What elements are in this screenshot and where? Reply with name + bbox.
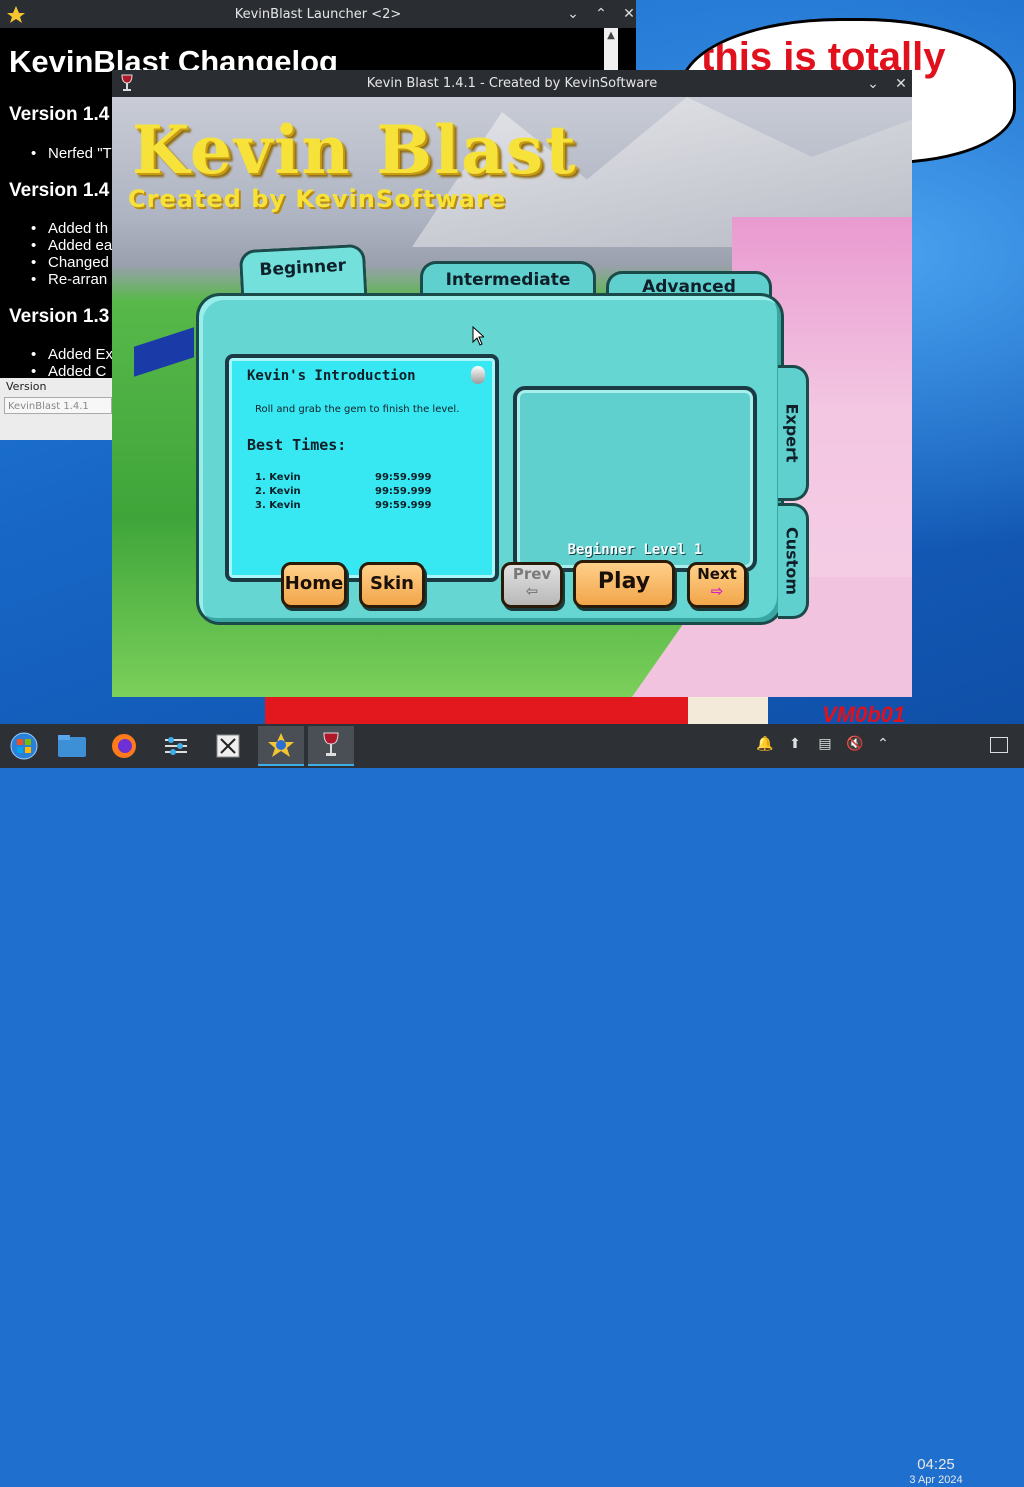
launcher-titlebar[interactable]: KevinBlast Launcher <2> ⌄ ⌃ ✕ [0, 0, 636, 28]
game-window-controls: ⌄ ✕ [866, 70, 908, 98]
wine-app-button[interactable] [308, 726, 354, 766]
show-desktop-icon[interactable] [990, 737, 1008, 753]
level-select-panel: Beginner Intermediate Advanced Kevin's I… [196, 243, 809, 625]
level-info-box: Kevin's Introduction Roll and grab the g… [225, 354, 499, 582]
settings-button[interactable] [156, 726, 196, 766]
changelog-item: Added Ex [31, 346, 113, 363]
next-button-label: Next [697, 565, 737, 583]
level-info-title: Kevin's Introduction [247, 368, 416, 384]
panel-body: Kevin's Introduction Roll and grab the g… [196, 293, 784, 625]
tab-custom-label: Custom [782, 527, 802, 595]
launcher-window-controls: ⌄ ⌃ ✕ [566, 0, 636, 28]
wine-glass-icon [121, 74, 133, 91]
home-button[interactable]: Home [281, 562, 347, 608]
wine-glass-icon [323, 732, 339, 756]
best-time-row: 2. Kevin 99:59.999 [255, 486, 455, 497]
version-label: Version [6, 380, 47, 393]
level-description: Roll and grab the gem to finish the leve… [255, 404, 460, 415]
volume-muted-icon[interactable]: 🔇 [846, 736, 864, 754]
skin-button[interactable]: Skin [359, 562, 425, 608]
changelog-item: Added ea [31, 237, 112, 254]
kevinblast-app-icon [7, 6, 25, 23]
left-arrow-icon: ⇦ [525, 582, 539, 600]
changelog-item: Added C [31, 363, 106, 378]
maximize-icon[interactable]: ⌃ [594, 6, 608, 22]
game-titlebar[interactable]: Kevin Blast 1.4.1 - Created by KevinSoft… [112, 70, 912, 97]
version-heading: Version 1.4 [9, 104, 110, 125]
changelog-item: Nerfed "T [31, 145, 112, 162]
best-time-value: 99:59.999 [375, 486, 432, 497]
firefox-icon [112, 734, 136, 758]
changelog-item: Re-arran [31, 271, 107, 288]
clipboard-icon[interactable]: ▤ [816, 736, 834, 754]
file-manager-button[interactable] [52, 726, 92, 766]
game-logo: Kevin Blast [132, 111, 578, 189]
game-title: Kevin Blast 1.4.1 - Created by KevinSoft… [366, 76, 658, 91]
clock-date: 3 Apr 2024 [909, 1474, 963, 1486]
best-times-title: Best Times: [247, 436, 347, 454]
best-time-value: 99:59.999 [375, 500, 432, 511]
x-window-icon [216, 734, 240, 758]
scroll-up-icon[interactable]: ▲ [605, 30, 617, 42]
kevinblast-app-icon [268, 733, 294, 757]
mouse-cursor-icon [472, 326, 484, 346]
minimize-icon[interactable]: ⌄ [866, 76, 880, 92]
right-arrow-icon: ⇨ [710, 582, 724, 600]
minimize-icon[interactable]: ⌄ [566, 6, 580, 22]
blue-platform [134, 327, 194, 377]
close-icon[interactable]: ✕ [622, 6, 636, 22]
changelog-item: Added th [31, 220, 108, 237]
clock-time: 04:25 [917, 1456, 955, 1473]
start-orb-icon [10, 732, 38, 760]
info-scroll-knob[interactable] [471, 366, 485, 384]
play-button[interactable]: Play [573, 560, 675, 608]
taskbar: 🔔 ⬆ ▤ 🔇 ⌃ 04:25 3 Apr 2024 [0, 724, 1024, 1486]
version-heading: Version 1.3 [9, 306, 110, 327]
start-menu-button[interactable] [4, 726, 44, 766]
changelog-item: Changed [31, 254, 109, 271]
tab-expert-label: Expert [782, 403, 802, 463]
next-button[interactable]: Next ⇨ [687, 562, 747, 608]
notifications-icon[interactable]: 🔔 [756, 736, 774, 754]
best-time-name: 3. Kevin [255, 500, 301, 511]
prev-button-label: Prev [512, 565, 552, 583]
best-time-value: 99:59.999 [375, 472, 432, 483]
best-time-row: 1. Kevin 99:59.999 [255, 472, 455, 483]
folder-icon [58, 735, 86, 757]
wallpaper-red-shape [265, 696, 689, 724]
best-time-name: 2. Kevin [255, 486, 301, 497]
tab-custom[interactable]: Custom [778, 503, 809, 619]
version-select[interactable]: KevinBlast 1.4.1 [4, 397, 112, 414]
launcher-title: KevinBlast Launcher <2> [234, 6, 402, 22]
game-logo-subtitle: Created by KevinSoftware [128, 185, 506, 213]
updates-icon[interactable]: ⬆ [786, 736, 804, 754]
prev-button[interactable]: Prev ⇦ [501, 562, 563, 608]
game-window: Kevin Blast 1.4.1 - Created by KevinSoft… [112, 70, 912, 697]
game-scene: Kevin Blast Created by KevinSoftware Beg… [112, 97, 912, 697]
kevinblast-launcher-button[interactable] [258, 726, 304, 766]
close-icon[interactable]: ✕ [894, 76, 908, 92]
level-preview-label: Beginner Level 1 [567, 542, 703, 558]
clock[interactable]: 04:25 3 Apr 2024 [898, 1457, 974, 1487]
level-preview: Beginner Level 1 [513, 386, 757, 572]
sliders-icon [165, 737, 187, 755]
tray-expand-icon[interactable]: ⌃ [874, 736, 892, 754]
version-heading: Version 1.4 [9, 180, 110, 201]
best-time-name: 1. Kevin [255, 472, 301, 483]
best-time-row: 3. Kevin 99:59.999 [255, 500, 455, 511]
firefox-button[interactable] [104, 726, 144, 766]
x-app-button[interactable] [208, 726, 248, 766]
tab-expert[interactable]: Expert [778, 365, 809, 501]
